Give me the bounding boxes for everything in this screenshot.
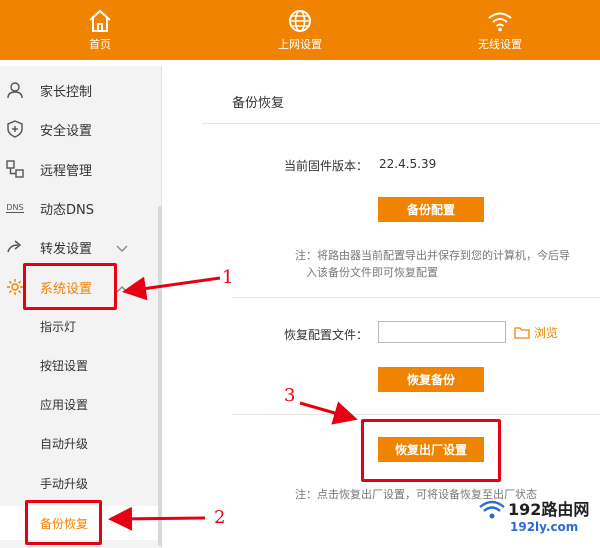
annotation-number-1: 1: [222, 267, 234, 288]
annotation-arrows: [108, 276, 358, 531]
annotation-arrow-2: [108, 506, 206, 531]
annotation-arrow-1: [122, 276, 221, 301]
watermark-url: 192ly.com: [510, 520, 579, 534]
wifi-logo-icon: [479, 500, 505, 519]
router-admin-page: 首页 上网设置 无线设置 家长控制 安全设置 远程管理 DNS 动态DNS 转发…: [0, 0, 600, 548]
watermark: 192路由网 192ly.com: [470, 496, 600, 548]
watermark-title: 192路由网: [508, 500, 590, 519]
annotation-arrow-3: [299, 401, 358, 425]
annotation-number-2: 2: [214, 507, 226, 528]
annotation-number-3: 3: [284, 385, 296, 406]
